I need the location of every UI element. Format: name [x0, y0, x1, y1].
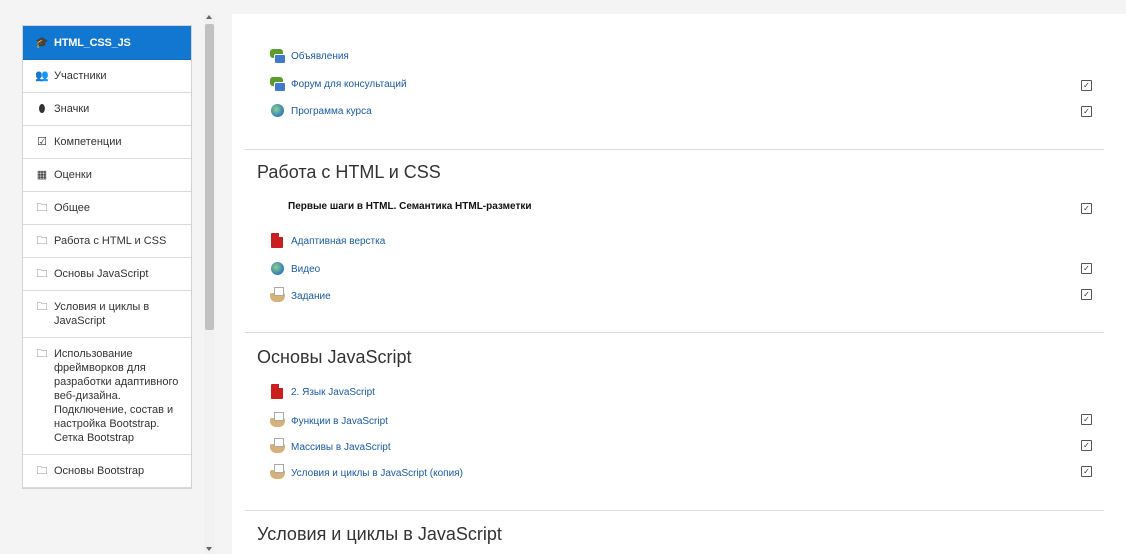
- url-globe-icon: [270, 261, 286, 277]
- activity-link[interactable]: Массивы в JavaScript: [291, 442, 391, 453]
- section-title[interactable]: Работа с HTML и CSS: [257, 162, 441, 183]
- activity-link[interactable]: Задание: [291, 291, 331, 302]
- nav-item-label: Условия и циклы в JavaScript: [54, 301, 150, 327]
- nav-item-section-html-css[interactable]: 🗀 Работа с HTML и CSS: [23, 225, 191, 258]
- section-label: Первые шаги в HTML. Семантика HTML-разме…: [288, 201, 532, 212]
- activity-announcements[interactable]: Объявления: [270, 48, 349, 64]
- nav-item-label: Основы Bootstrap: [54, 465, 145, 477]
- course-navigation: 🎓 HTML_CSS_JS 👥 Участники ⬮ Значки ☑ Ком…: [22, 25, 192, 489]
- activity-video[interactable]: Видео: [270, 261, 320, 277]
- pdf-file-icon: [270, 232, 286, 249]
- nav-item-participants[interactable]: 👥 Участники: [23, 60, 191, 93]
- nav-item-label: Компетенции: [54, 136, 122, 148]
- completion-checkbox[interactable]: ✓: [1081, 466, 1092, 477]
- forum-icon: [270, 48, 286, 64]
- completion-checkbox[interactable]: ✓: [1081, 80, 1092, 91]
- nav-item-section-js-conditions[interactable]: 🗀 Условия и циклы в JavaScript: [23, 291, 191, 338]
- nav-item-section-bootstrap[interactable]: 🗀 Основы Bootstrap: [23, 455, 191, 488]
- completion-checkbox[interactable]: ✓: [1081, 203, 1092, 214]
- section-divider: [245, 332, 1104, 333]
- nav-item-label: Работа с HTML и CSS: [54, 235, 167, 247]
- nav-item-section-frameworks[interactable]: 🗀 Использование фреймворков для разработ…: [23, 338, 191, 455]
- folder-icon: 🗀: [36, 465, 48, 477]
- nav-item-competencies[interactable]: ☑ Компетенции: [23, 126, 191, 159]
- nav-item-label: Основы JavaScript: [54, 268, 149, 280]
- activity-assignment[interactable]: Задание: [270, 287, 331, 304]
- completion-checkbox[interactable]: ✓: [1081, 440, 1092, 451]
- activity-link[interactable]: Условия и циклы в JavaScript (копия): [291, 468, 463, 479]
- activity-link[interactable]: Видео: [291, 264, 320, 275]
- shield-icon: ⬮: [38, 103, 46, 115]
- forum-icon: [270, 76, 286, 92]
- pdf-file-icon: [270, 383, 286, 400]
- folder-icon: 🗀: [36, 202, 48, 214]
- activity-consult-forum[interactable]: Форум для консультаций: [270, 76, 407, 92]
- activity-js-conditions-copy[interactable]: Условия и циклы в JavaScript (копия): [270, 464, 463, 481]
- nav-item-label: Участники: [54, 70, 107, 82]
- activity-link[interactable]: Объявления: [291, 51, 349, 62]
- completion-checkbox[interactable]: ✓: [1081, 414, 1092, 425]
- assignment-icon: [270, 464, 286, 481]
- folder-icon: 🗀: [36, 235, 48, 247]
- assignment-icon: [270, 438, 286, 455]
- nav-item-section-general[interactable]: 🗀 Общее: [23, 192, 191, 225]
- section-title[interactable]: Условия и циклы в JavaScript: [257, 524, 502, 545]
- activity-js-language[interactable]: 2. Язык JavaScript: [270, 383, 375, 400]
- section-title[interactable]: Основы JavaScript: [257, 347, 412, 368]
- completion-checkbox[interactable]: ✓: [1081, 106, 1092, 117]
- folder-icon: 🗀: [36, 348, 48, 360]
- assignment-icon: [270, 412, 286, 429]
- assignment-icon: [270, 287, 286, 304]
- nav-item-badges[interactable]: ⬮ Значки: [23, 93, 191, 126]
- scroll-down-arrow-icon[interactable]: [206, 547, 212, 551]
- section-divider: [245, 149, 1104, 150]
- users-icon: 👥: [35, 70, 49, 82]
- activity-js-arrays[interactable]: Массивы в JavaScript: [270, 438, 391, 455]
- checkbox-icon: ☑: [37, 136, 47, 148]
- activity-link[interactable]: Функции в JavaScript: [291, 416, 388, 427]
- nav-item-label: Использование фреймворков для разработки…: [54, 348, 179, 444]
- url-globe-icon: [270, 103, 286, 119]
- activity-adaptive-layout[interactable]: Адаптивная верстка: [270, 232, 385, 249]
- course-index-drawer: 🎓 HTML_CSS_JS 👥 Участники ⬮ Значки ☑ Ком…: [0, 0, 222, 554]
- course-content: Объявления Форум для консультаций ✓ Прог…: [232, 14, 1126, 554]
- nav-item-course-home[interactable]: 🎓 HTML_CSS_JS: [23, 26, 191, 60]
- activity-link[interactable]: Программа курса: [291, 106, 372, 117]
- activity-link[interactable]: Форум для консультаций: [291, 79, 407, 90]
- folder-icon: 🗀: [36, 268, 48, 280]
- activity-link[interactable]: 2. Язык JavaScript: [291, 387, 375, 398]
- nav-item-label: Значки: [54, 103, 90, 115]
- section-divider: [245, 510, 1104, 511]
- scroll-up-arrow-icon[interactable]: [206, 15, 212, 19]
- folder-icon: 🗀: [36, 301, 48, 313]
- nav-item-label: Общее: [54, 202, 91, 214]
- activity-link[interactable]: Адаптивная верстка: [291, 236, 385, 247]
- nav-item-label: Оценки: [54, 169, 92, 181]
- nav-item-label: HTML_CSS_JS: [54, 37, 131, 49]
- activity-js-functions[interactable]: Функции в JavaScript: [270, 412, 388, 429]
- table-icon: ▦: [36, 169, 48, 181]
- scrollbar-thumb[interactable]: [205, 24, 214, 330]
- graduation-cap-icon: 🎓: [35, 37, 49, 49]
- completion-checkbox[interactable]: ✓: [1081, 263, 1092, 274]
- nav-item-section-js-basics[interactable]: 🗀 Основы JavaScript: [23, 258, 191, 291]
- sidebar-scrollbar[interactable]: [204, 14, 215, 554]
- activity-course-program[interactable]: Программа курса: [270, 103, 372, 119]
- nav-item-grades[interactable]: ▦ Оценки: [23, 159, 191, 192]
- completion-checkbox[interactable]: ✓: [1081, 289, 1092, 300]
